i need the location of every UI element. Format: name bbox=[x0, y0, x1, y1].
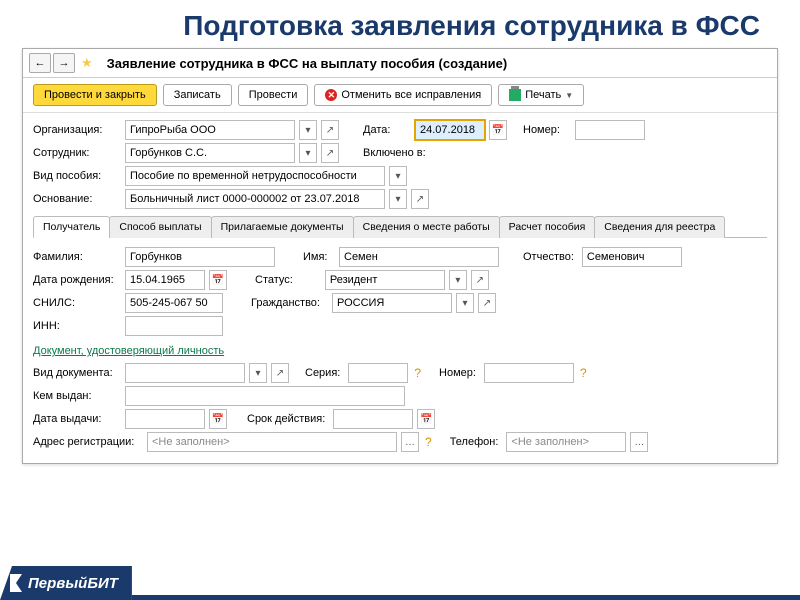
series-input[interactable] bbox=[348, 363, 408, 383]
lastname-input[interactable]: Горбунков bbox=[125, 247, 275, 267]
form-body: Организация: ГипроРыба ООО ▾ ↗ Дата: 24.… bbox=[23, 113, 777, 463]
window-title: Заявление сотрудника в ФСС на выплату по… bbox=[107, 56, 508, 71]
basis-input[interactable]: Больничный лист 0000-000002 от 23.07.201… bbox=[125, 189, 385, 209]
benefit-type-label: Вид пособия: bbox=[33, 170, 121, 182]
doc-type-input[interactable] bbox=[125, 363, 245, 383]
status-dropdown-button[interactable]: ▾ bbox=[449, 270, 467, 290]
phone-input[interactable]: <Не заполнен> bbox=[506, 432, 626, 452]
tab-registry-info[interactable]: Сведения для реестра bbox=[594, 216, 725, 238]
address-label: Адрес регистрации: bbox=[33, 436, 143, 448]
snils-input[interactable]: 505-245-067 50 bbox=[125, 293, 223, 313]
dob-input[interactable]: 15.04.1965 bbox=[125, 270, 205, 290]
firstname-label: Имя: bbox=[303, 251, 335, 263]
brand-label: ПервыйБИТ bbox=[28, 575, 118, 592]
doc-number-label: Номер: bbox=[439, 367, 476, 379]
employee-dropdown-button[interactable]: ▾ bbox=[299, 143, 317, 163]
lastname-label: Фамилия: bbox=[33, 251, 121, 263]
dob-label: Дата рождения: bbox=[33, 274, 121, 286]
status-input[interactable]: Резидент bbox=[325, 270, 445, 290]
citizenship-dropdown-button[interactable]: ▾ bbox=[456, 293, 474, 313]
date-calendar-button[interactable]: 📅 bbox=[489, 120, 507, 140]
phone-select-button[interactable]: … bbox=[630, 432, 648, 452]
chevron-down-icon: ▼ bbox=[565, 91, 573, 100]
print-label: Печать bbox=[525, 89, 561, 101]
firstname-input[interactable]: Семен bbox=[339, 247, 499, 267]
save-button[interactable]: Записать bbox=[163, 84, 232, 106]
doc-type-open-button[interactable]: ↗ bbox=[271, 363, 289, 383]
doc-type-dropdown-button[interactable]: ▾ bbox=[249, 363, 267, 383]
address-select-button[interactable]: … bbox=[401, 432, 419, 452]
org-input[interactable]: ГипроРыба ООО bbox=[125, 120, 295, 140]
issue-date-input[interactable] bbox=[125, 409, 205, 429]
basis-open-button[interactable]: ↗ bbox=[411, 189, 429, 209]
patronymic-label: Отчество: bbox=[523, 251, 574, 263]
brand-logo: ПервыйБИТ bbox=[0, 566, 132, 600]
favorite-icon[interactable]: ★ bbox=[81, 55, 93, 71]
citizenship-open-button[interactable]: ↗ bbox=[478, 293, 496, 313]
benefit-type-dropdown-button[interactable]: ▾ bbox=[389, 166, 407, 186]
issued-by-input[interactable] bbox=[125, 386, 405, 406]
number-label: Номер: bbox=[523, 124, 571, 136]
validity-calendar-button[interactable]: 📅 bbox=[417, 409, 435, 429]
citizenship-input[interactable]: РОССИЯ bbox=[332, 293, 452, 313]
cancel-all-button[interactable]: ✕ Отменить все исправления bbox=[314, 84, 492, 106]
print-button[interactable]: Печать ▼ bbox=[498, 84, 584, 106]
nav-back-button[interactable]: ← bbox=[29, 53, 51, 73]
patronymic-input[interactable]: Семенович bbox=[582, 247, 682, 267]
series-label: Серия: bbox=[305, 367, 340, 379]
app-window: ← → ★ Заявление сотрудника в ФСС на выпл… bbox=[22, 48, 778, 464]
issued-by-label: Кем выдан: bbox=[33, 390, 121, 402]
dob-calendar-button[interactable]: 📅 bbox=[209, 270, 227, 290]
post-button[interactable]: Провести bbox=[238, 84, 309, 106]
id-doc-section-link[interactable]: Документ, удостоверяющий личность bbox=[33, 345, 224, 357]
tab-payment-method[interactable]: Способ выплаты bbox=[109, 216, 211, 238]
cancel-icon: ✕ bbox=[325, 89, 337, 101]
employee-open-button[interactable]: ↗ bbox=[321, 143, 339, 163]
tab-recipient[interactable]: Получатель bbox=[33, 216, 110, 238]
basis-dropdown-button[interactable]: ▾ bbox=[389, 189, 407, 209]
flag-icon bbox=[8, 572, 24, 594]
snils-label: СНИЛС: bbox=[33, 297, 121, 309]
inn-input[interactable] bbox=[125, 316, 223, 336]
number-input[interactable] bbox=[575, 120, 645, 140]
employee-input[interactable]: Горбунков С.С. bbox=[125, 143, 295, 163]
employee-label: Сотрудник: bbox=[33, 147, 121, 159]
titlebar: ← → ★ Заявление сотрудника в ФСС на выпл… bbox=[23, 49, 777, 78]
tab-attached-documents[interactable]: Прилагаемые документы bbox=[211, 216, 354, 238]
validity-input[interactable] bbox=[333, 409, 413, 429]
date-label: Дата: bbox=[363, 124, 411, 136]
toolbar: Провести и закрыть Записать Провести ✕ О… bbox=[23, 78, 777, 113]
doc-type-label: Вид документа: bbox=[33, 367, 121, 379]
submit-and-close-button[interactable]: Провести и закрыть bbox=[33, 84, 157, 106]
date-input[interactable]: 24.07.2018 bbox=[415, 120, 485, 140]
address-input[interactable]: <Не заполнен> bbox=[147, 432, 397, 452]
benefit-type-input[interactable]: Пособие по временной нетрудоспособности bbox=[125, 166, 385, 186]
tab-workplace-info[interactable]: Сведения о месте работы bbox=[353, 216, 500, 238]
status-open-button[interactable]: ↗ bbox=[471, 270, 489, 290]
address-hint-icon[interactable]: ? bbox=[425, 435, 432, 449]
org-open-button[interactable]: ↗ bbox=[321, 120, 339, 140]
series-hint-icon[interactable]: ? bbox=[414, 366, 421, 380]
citizenship-label: Гражданство: bbox=[251, 297, 320, 309]
inn-label: ИНН: bbox=[33, 320, 121, 332]
tab-benefit-calc[interactable]: Расчет пособия bbox=[499, 216, 596, 238]
org-dropdown-button[interactable]: ▾ bbox=[299, 120, 317, 140]
cancel-all-label: Отменить все исправления bbox=[341, 89, 481, 101]
validity-label: Срок действия: bbox=[247, 413, 325, 425]
doc-number-input[interactable] bbox=[484, 363, 574, 383]
page-heading: Подготовка заявления сотрудника в ФСС bbox=[0, 0, 800, 48]
doc-number-hint-icon[interactable]: ? bbox=[580, 366, 587, 380]
printer-icon bbox=[509, 89, 521, 101]
issue-date-label: Дата выдачи: bbox=[33, 413, 121, 425]
included-label: Включено в: bbox=[363, 147, 426, 159]
nav-forward-button[interactable]: → bbox=[53, 53, 75, 73]
status-label: Статус: bbox=[255, 274, 293, 286]
footer-strip bbox=[132, 595, 800, 600]
tabs: Получатель Способ выплаты Прилагаемые до… bbox=[33, 215, 767, 238]
footer: ПервыйБИТ bbox=[0, 566, 800, 600]
org-label: Организация: bbox=[33, 124, 121, 136]
issue-date-calendar-button[interactable]: 📅 bbox=[209, 409, 227, 429]
basis-label: Основание: bbox=[33, 193, 121, 205]
phone-label: Телефон: bbox=[450, 436, 499, 448]
